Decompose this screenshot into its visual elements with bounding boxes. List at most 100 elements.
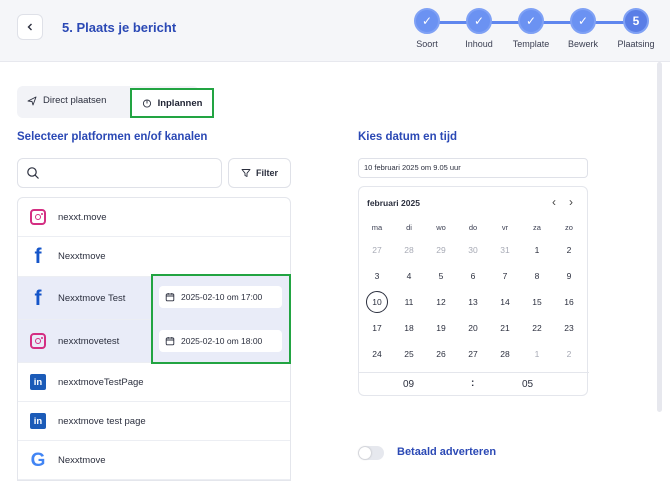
tab-inplannen[interactable]: Inplannen — [130, 88, 214, 118]
channel-name: nexxtmovetest — [58, 335, 120, 347]
datetime-chip[interactable]: 2025-02-10 om 18:00 — [159, 330, 282, 352]
calendar-day[interactable]: 1 — [521, 245, 553, 255]
weekday-label: ma — [371, 223, 383, 232]
calendar-day[interactable]: 24 — [361, 349, 393, 359]
instagram-icon — [30, 209, 46, 225]
calendar-day[interactable]: 20 — [457, 323, 489, 333]
facebook-icon: f — [34, 245, 42, 268]
calendar-day[interactable]: 21 — [489, 323, 521, 333]
platforms-title: Selecteer platformen en/of kanalen — [17, 131, 208, 143]
instagram-icon — [30, 333, 46, 349]
calendar-day[interactable]: 23 — [553, 323, 585, 333]
list-item[interactable]: in nexxtmoveTestPage — [18, 363, 290, 402]
calendar-day[interactable]: 1 — [521, 349, 553, 359]
scheduled-times-box: 2025-02-10 om 17:00 2025-02-10 om 18:00 — [151, 274, 291, 364]
calendar-day[interactable]: 13 — [457, 297, 489, 307]
paid-ads-label: Betaald adverteren — [397, 446, 497, 458]
calendar-day[interactable]: 9 — [553, 271, 585, 281]
chevron-left-icon[interactable]: ‹ — [552, 195, 556, 209]
channel-name: Nexxtmove Test — [58, 292, 126, 304]
calendar-day[interactable]: 14 — [489, 297, 521, 307]
calendar-day[interactable]: 8 — [521, 271, 553, 281]
weekday-label: zo — [565, 223, 573, 232]
step-label: Inhoud — [465, 39, 493, 49]
step-inhoud[interactable]: ✓ Inhoud — [464, 7, 494, 49]
calendar: februari 2025 ‹ › ma di wo do vr za zo 2… — [358, 186, 589, 396]
back-button[interactable] — [17, 14, 43, 40]
minute-input[interactable]: 05 — [522, 379, 533, 390]
channel-name: nexxt.move — [58, 211, 107, 223]
channel-name: nexxtmoveTestPage — [58, 376, 144, 388]
calendar-day[interactable]: 7 — [489, 271, 521, 281]
calendar-day[interactable]: 10 — [361, 297, 393, 307]
calendar-day[interactable]: 31 — [489, 245, 521, 255]
calendar-day[interactable]: 25 — [393, 349, 425, 359]
date-field[interactable]: 10 februari 2025 om 9.05 uur — [358, 158, 588, 178]
step-soort[interactable]: ✓ Soort — [412, 7, 442, 49]
linkedin-icon: in — [30, 413, 46, 429]
calendar-day[interactable]: 27 — [361, 245, 393, 255]
check-icon: ✓ — [518, 8, 544, 34]
scrollbar[interactable] — [657, 62, 662, 412]
calendar-day[interactable]: 29 — [425, 245, 457, 255]
filter-button[interactable]: Filter — [228, 158, 291, 188]
calendar-day[interactable]: 27 — [457, 349, 489, 359]
calendar-day[interactable]: 16 — [553, 297, 585, 307]
paid-ads-toggle[interactable] — [358, 446, 384, 460]
tab-direct-plaatsen[interactable]: Direct plaatsen — [27, 95, 106, 106]
calendar-day[interactable]: 2 — [553, 245, 585, 255]
calendar-day[interactable]: 6 — [457, 271, 489, 281]
filter-icon — [241, 169, 251, 177]
google-icon: G — [30, 449, 46, 471]
search-icon — [27, 167, 39, 179]
chevron-right-icon[interactable]: › — [569, 195, 573, 209]
calendar-day[interactable]: 22 — [521, 323, 553, 333]
time-picker: 09 : 05 — [359, 372, 589, 396]
check-icon: ✓ — [466, 8, 492, 34]
calendar-day[interactable]: 18 — [393, 323, 425, 333]
weekday-label: wo — [436, 223, 446, 232]
time-separator: : — [471, 378, 475, 389]
calendar-icon — [165, 337, 175, 346]
channel-name: nexxtmove test page — [58, 415, 146, 427]
list-item[interactable]: f Nexxtmove — [18, 237, 290, 277]
calendar-day[interactable]: 28 — [393, 245, 425, 255]
calendar-day[interactable]: 4 — [393, 271, 425, 281]
channel-name: Nexxtmove — [58, 454, 106, 466]
calendar-day[interactable]: 26 — [425, 349, 457, 359]
calendar-day[interactable]: 2 — [553, 349, 585, 359]
calendar-day[interactable]: 3 — [361, 271, 393, 281]
step-bewerk[interactable]: ✓ Bewerk — [568, 7, 598, 49]
weekday-label: vr — [501, 223, 509, 232]
calendar-day[interactable]: 15 — [521, 297, 553, 307]
datetime-chip[interactable]: 2025-02-10 om 17:00 — [159, 286, 282, 308]
list-item[interactable]: in nexxtmove test page — [18, 402, 290, 441]
linkedin-icon: in — [30, 374, 46, 390]
calendar-day[interactable]: 11 — [393, 297, 425, 307]
check-icon: ✓ — [414, 8, 440, 34]
step-label: Bewerk — [567, 39, 599, 49]
hour-input[interactable]: 09 — [403, 379, 414, 390]
list-item[interactable]: nexxt.move — [18, 198, 290, 237]
facebook-icon: f — [34, 286, 42, 310]
calendar-day[interactable]: 12 — [425, 297, 457, 307]
calendar-month: februari 2025 — [367, 198, 420, 208]
calendar-day[interactable]: 5 — [425, 271, 457, 281]
step-number: 5 — [623, 8, 649, 34]
header: 5. Plaats je bericht ✓ Soort ✓ Inhoud ✓ … — [0, 0, 670, 62]
schedule-title: Kies datum en tijd — [358, 131, 458, 143]
list-item[interactable]: G Nexxtmove — [18, 441, 290, 480]
calendar-icon — [165, 293, 175, 302]
calendar-day[interactable]: 30 — [457, 245, 489, 255]
progress-stepper: ✓ Soort ✓ Inhoud ✓ Template ✓ Bewerk 5 P… — [410, 7, 670, 59]
step-template[interactable]: ✓ Template — [513, 7, 549, 49]
search-input[interactable] — [17, 158, 222, 188]
step-label: Soort — [416, 39, 438, 49]
calendar-day[interactable]: 19 — [425, 323, 457, 333]
calendar-day[interactable]: 28 — [489, 349, 521, 359]
calendar-day[interactable]: 17 — [361, 323, 393, 333]
timer-icon — [142, 99, 151, 108]
weekday-label: di — [406, 223, 412, 232]
step-plaatsing[interactable]: 5 Plaatsing — [617, 7, 655, 49]
channel-name: Nexxtmove — [58, 251, 106, 262]
